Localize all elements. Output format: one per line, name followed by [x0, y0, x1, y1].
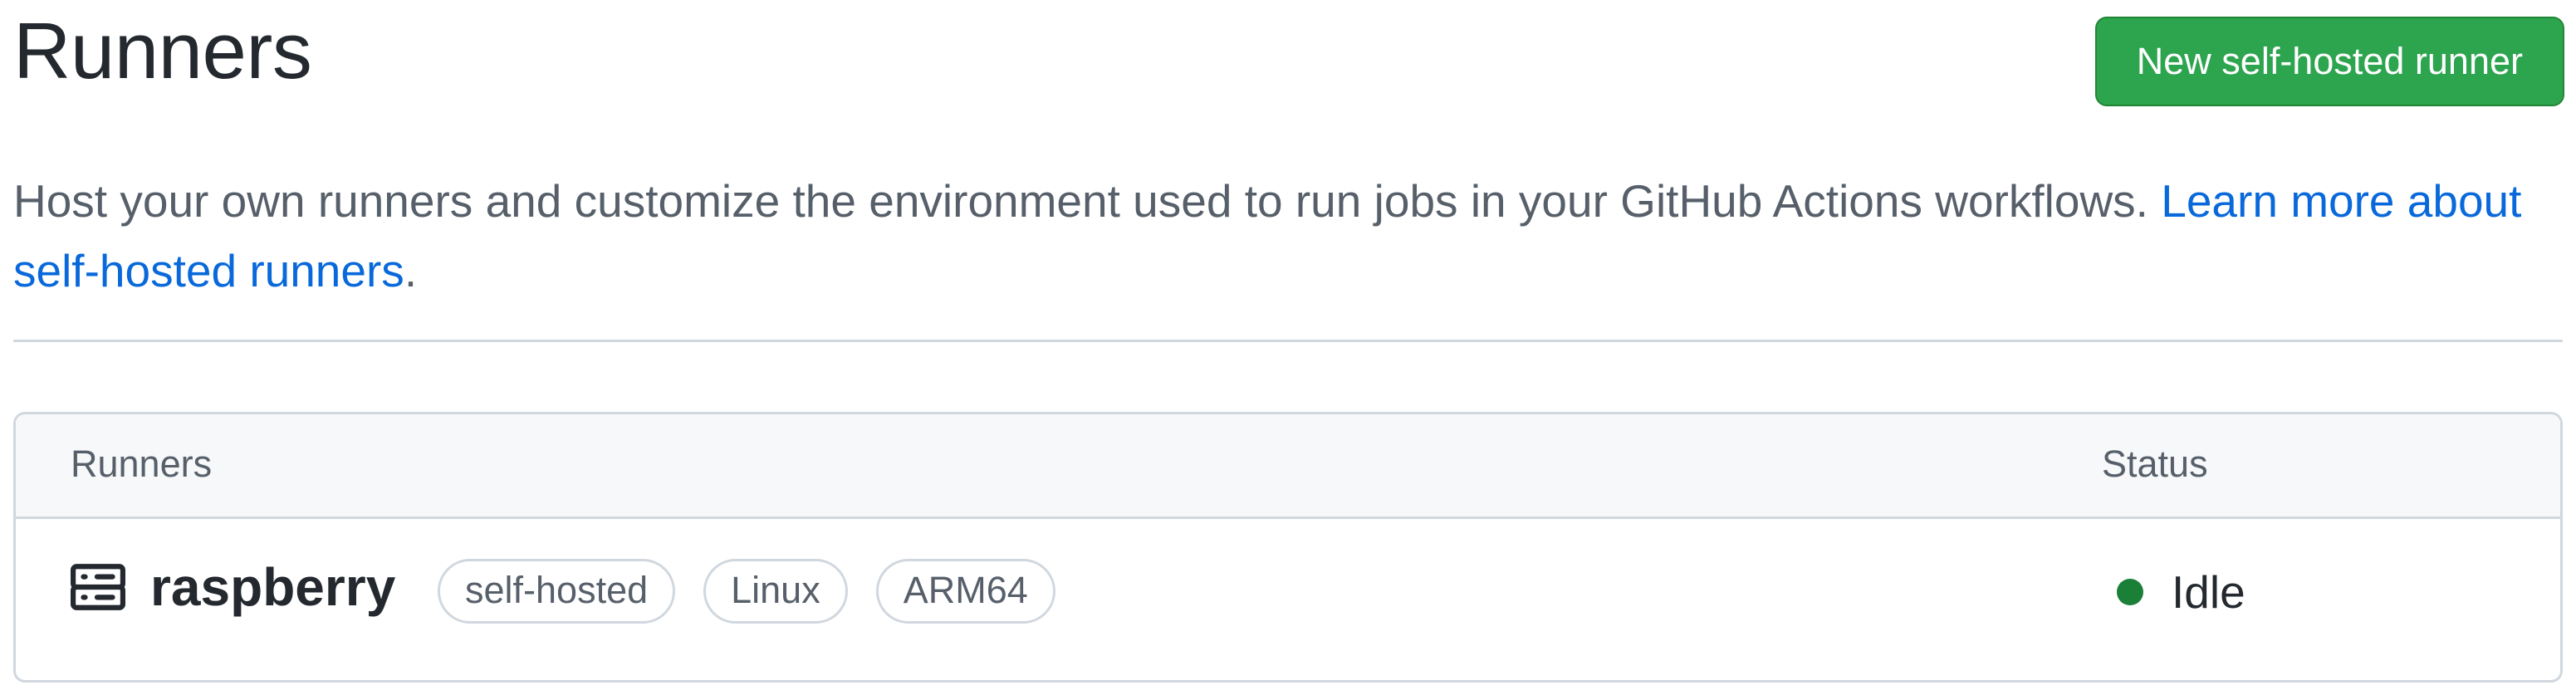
- page-title: Runners: [13, 7, 312, 95]
- section-divider: [13, 340, 2563, 342]
- status-text: Idle: [2172, 566, 2245, 618]
- label-pill: ARM64: [875, 559, 1055, 624]
- new-self-hosted-runner-button[interactable]: New self-hosted runner: [2094, 17, 2564, 106]
- server-icon: [71, 564, 125, 610]
- description-suffix: .: [404, 245, 418, 296]
- table-row: raspberry self-hosted Linux ARM64 Idle: [16, 519, 2560, 680]
- column-header-status: Status: [2102, 443, 2208, 485]
- runner-name-link[interactable]: raspberry: [150, 547, 395, 627]
- runners-settings-page: Runners New self-hosted runner Host your…: [0, 0, 2576, 695]
- status-dot-icon: [2117, 579, 2143, 605]
- runners-table: Runners Status raspberry self-hosted Lin…: [13, 412, 2563, 683]
- column-header-runners: Runners: [71, 443, 213, 485]
- table-header: Runners Status: [16, 414, 2560, 519]
- label-pill: self-hosted: [438, 559, 676, 624]
- runner-labels: self-hosted Linux ARM64: [438, 559, 1055, 624]
- runner-status: Idle: [2117, 552, 2245, 632]
- label-pill: Linux: [703, 559, 848, 624]
- page-description: Host your own runners and customize the …: [13, 166, 2563, 306]
- description-text: Host your own runners and customize the …: [13, 175, 2162, 227]
